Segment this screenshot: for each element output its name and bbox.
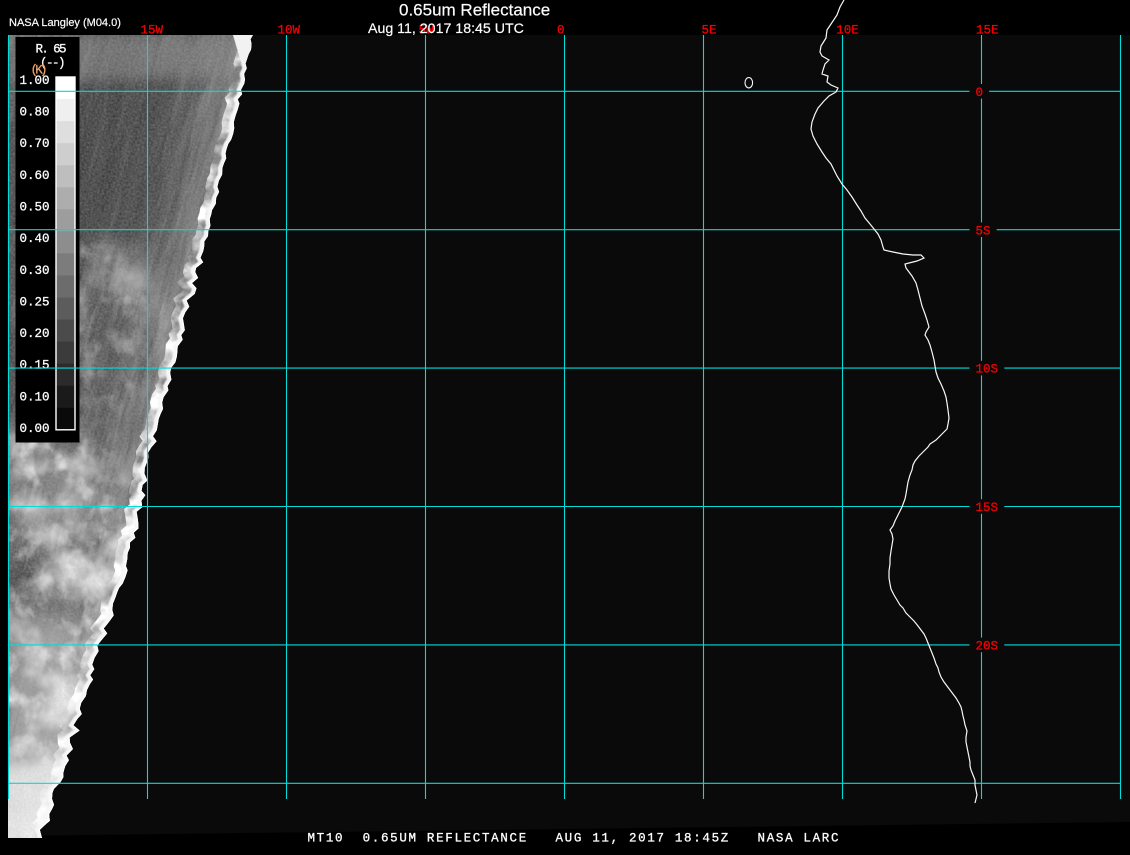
svg-text:0.65um Reflectance: 0.65um Reflectance: [399, 1, 550, 20]
svg-text:0.80: 0.80: [20, 106, 50, 120]
svg-text:15E: 15E: [976, 24, 999, 38]
svg-text:1.00: 1.00: [20, 74, 50, 88]
svg-text:0: 0: [557, 24, 565, 38]
svg-text:5S: 5S: [976, 224, 991, 238]
svg-text:NASA Langley (M04.0): NASA Langley (M04.0): [9, 17, 121, 29]
svg-text:0.00: 0.00: [20, 422, 50, 436]
svg-text:15S: 15S: [976, 501, 999, 515]
svg-text:Aug 11, 2017 18:45 UTC: Aug 11, 2017 18:45 UTC: [368, 21, 524, 37]
svg-text:0.10: 0.10: [20, 390, 50, 404]
svg-text:0.25: 0.25: [20, 295, 50, 309]
svg-text:0: 0: [976, 86, 984, 100]
svg-text:15W: 15W: [141, 24, 164, 38]
svg-text:10S: 10S: [976, 363, 999, 377]
svg-text:0.15: 0.15: [20, 359, 50, 373]
svg-text:5E: 5E: [702, 24, 717, 38]
svg-text:0.30: 0.30: [20, 264, 50, 278]
svg-text:10E: 10E: [836, 24, 859, 38]
svg-text:MT10 0.65UM REFLECTANCE AUG: MT10 0.65UM REFLECTANCE AUG 11, 2017 18:…: [308, 832, 839, 846]
svg-text:R. 65: R. 65: [36, 43, 67, 57]
svg-text:0.50: 0.50: [20, 200, 50, 214]
svg-text:20S: 20S: [976, 640, 999, 654]
svg-text:0.40: 0.40: [20, 232, 50, 246]
svg-text:0.20: 0.20: [20, 327, 50, 341]
svg-text:0.70: 0.70: [20, 137, 50, 151]
svg-text:10W: 10W: [278, 24, 301, 38]
svg-text:0.60: 0.60: [20, 169, 50, 183]
